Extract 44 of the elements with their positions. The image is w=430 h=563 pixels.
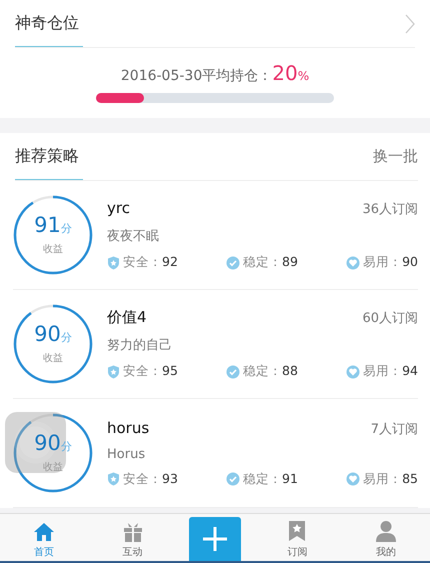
metric-text: 易用：94: [363, 363, 418, 380]
metric-text: 稳定：91: [243, 470, 298, 488]
strategy-description: 夜夜不眠: [107, 228, 160, 245]
plus-icon: [202, 526, 228, 552]
strategy-name: horus: [107, 418, 150, 436]
section-title: 推荐策略: [15, 133, 83, 180]
shield-icon: [107, 256, 120, 270]
score-value: 91分: [34, 214, 72, 239]
check-icon: [226, 256, 240, 270]
card-title: 神奇仓位: [15, 0, 83, 47]
score-label: 收益: [43, 352, 63, 365]
strategy-name: yrc: [107, 199, 130, 217]
strategy-description: Horus: [107, 446, 146, 462]
score-value: 90分: [34, 323, 72, 348]
score-label: 收益: [43, 461, 63, 474]
person-icon: [374, 520, 397, 542]
score-value: 90分: [34, 432, 72, 457]
metric-text: 稳定：88: [243, 363, 298, 380]
shield-icon: [107, 364, 120, 378]
add-button[interactable]: [189, 517, 242, 561]
tab[interactable]: 订阅: [253, 514, 342, 561]
subscriber-count: 36人订阅: [362, 201, 418, 218]
tab[interactable]: 首页: [0, 514, 88, 561]
metric-text: 易用：85: [363, 470, 418, 488]
score-label: 收益: [43, 243, 63, 256]
bookmark-star-icon: [287, 520, 308, 542]
refresh-link[interactable]: 换一批: [373, 147, 418, 166]
strategy-description: 努力的自己: [107, 337, 173, 354]
check-icon: [226, 472, 240, 486]
gift-icon: [122, 522, 144, 542]
chevron-right-icon[interactable]: [405, 14, 415, 34]
metric-text: 安全：93: [123, 470, 178, 488]
metric-text: 安全：95: [123, 363, 178, 380]
tab[interactable]: 我的: [342, 514, 430, 561]
tab[interactable]: 互动: [88, 514, 177, 561]
strategy-name: 价值4: [107, 308, 147, 327]
metric-text: 安全：92: [123, 254, 178, 271]
home-icon: [33, 522, 56, 542]
metric-text: 易用：90: [363, 254, 418, 271]
subscriber-count: 60人订阅: [362, 310, 418, 327]
subscriber-count: 7人订阅: [370, 420, 418, 438]
shield-icon: [107, 472, 120, 486]
check-icon: [226, 364, 240, 378]
metric-text: 稳定：89: [243, 254, 298, 271]
